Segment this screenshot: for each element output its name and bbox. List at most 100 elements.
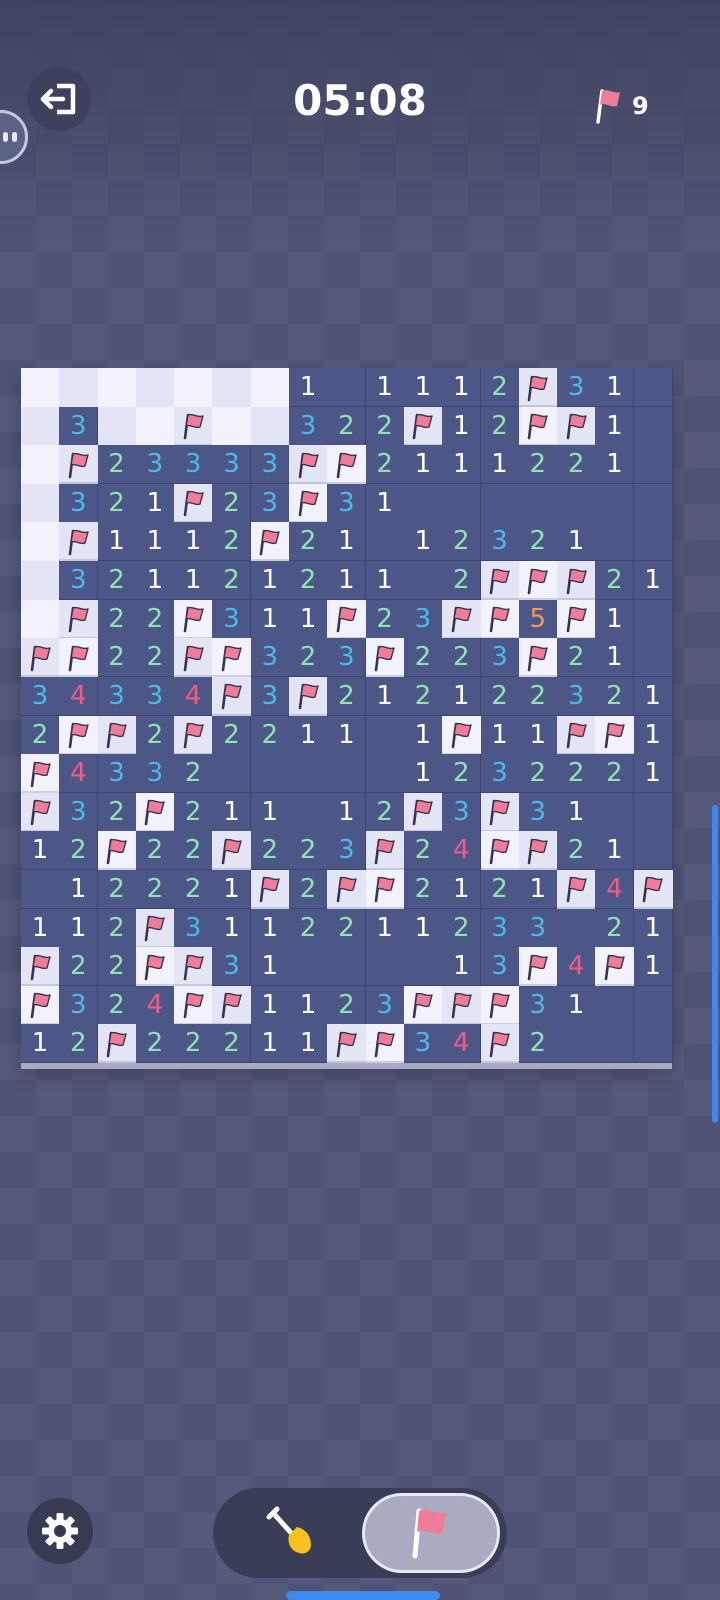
mode-toggle[interactable]	[213, 1488, 507, 1578]
cell-number[interactable]: 3	[174, 445, 214, 485]
cell-number[interactable]: 2	[518, 445, 558, 485]
cell-flagged[interactable]	[174, 483, 214, 523]
cell-covered[interactable]	[21, 368, 60, 407]
cell-flagged[interactable]	[289, 483, 329, 523]
cell-number[interactable]: 3	[557, 368, 597, 407]
cell-flagged[interactable]	[442, 599, 482, 639]
cell-number[interactable]: 2	[174, 831, 214, 871]
cell-flagged[interactable]	[59, 599, 99, 639]
cell-number[interactable]: 1	[442, 947, 482, 987]
cell-number[interactable]: 1	[633, 947, 673, 987]
cell-flagged[interactable]	[59, 445, 99, 485]
cell-flagged[interactable]	[518, 406, 558, 446]
cell-number[interactable]: 2	[518, 754, 558, 794]
cell-number[interactable]: 1	[442, 406, 482, 446]
cell-number[interactable]: 1	[250, 947, 290, 987]
cell-number[interactable]: 3	[403, 1024, 443, 1064]
cell-number[interactable]: 2	[135, 638, 175, 678]
cell-number[interactable]: 2	[289, 561, 329, 601]
cell-number[interactable]: 2	[59, 947, 99, 987]
cell-empty[interactable]	[595, 792, 635, 832]
cell-number[interactable]: 2	[97, 947, 137, 987]
cell-empty[interactable]	[327, 368, 367, 407]
cell-flagged[interactable]	[289, 445, 329, 485]
cell-number[interactable]: 1	[21, 908, 60, 948]
cell-empty[interactable]	[633, 406, 673, 446]
cell-number[interactable]: 1	[212, 869, 252, 909]
cell-number[interactable]: 2	[518, 522, 558, 562]
cell-number[interactable]: 1	[327, 522, 367, 562]
cell-number[interactable]: 4	[557, 947, 597, 987]
cell-number[interactable]: 3	[518, 792, 558, 832]
cell-number[interactable]: 4	[442, 1024, 482, 1064]
cell-number[interactable]: 1	[289, 715, 329, 755]
cell-flagged[interactable]	[135, 908, 175, 948]
cell-flagged[interactable]	[327, 599, 367, 639]
cell-number[interactable]: 3	[480, 638, 520, 678]
cell-number[interactable]: 2	[174, 792, 214, 832]
cell-flagged[interactable]	[21, 985, 60, 1025]
cell-covered[interactable]	[21, 406, 60, 446]
cell-number[interactable]: 3	[480, 522, 520, 562]
cell-number[interactable]: 4	[442, 831, 482, 871]
dig-mode-button[interactable]	[225, 1493, 357, 1573]
cell-number[interactable]: 1	[59, 908, 99, 948]
cell-empty[interactable]	[289, 947, 329, 987]
cell-flagged[interactable]	[59, 638, 99, 678]
cell-covered[interactable]	[97, 406, 137, 446]
cell-flagged[interactable]	[518, 638, 558, 678]
cell-flagged[interactable]	[174, 599, 214, 639]
cell-empty[interactable]	[365, 947, 405, 987]
cell-number[interactable]: 1	[442, 676, 482, 716]
cell-empty[interactable]	[518, 483, 558, 523]
cell-empty[interactable]	[633, 638, 673, 678]
cell-number[interactable]: 2	[557, 831, 597, 871]
cell-empty[interactable]	[442, 483, 482, 523]
cell-number[interactable]: 2	[595, 908, 635, 948]
cell-flagged[interactable]	[557, 561, 597, 601]
cell-flagged[interactable]	[518, 368, 558, 407]
cell-number[interactable]: 1	[365, 561, 405, 601]
cell-empty[interactable]	[557, 1024, 597, 1064]
cell-number[interactable]: 3	[480, 754, 520, 794]
cell-number[interactable]: 1	[365, 483, 405, 523]
flag-mode-button[interactable]	[362, 1493, 500, 1573]
cell-number[interactable]: 2	[59, 1024, 99, 1064]
cell-number[interactable]: 2	[97, 792, 137, 832]
cell-number[interactable]: 3	[250, 445, 290, 485]
cell-number[interactable]: 2	[557, 638, 597, 678]
cell-number[interactable]: 2	[403, 869, 443, 909]
cell-number[interactable]: 2	[442, 638, 482, 678]
cell-empty[interactable]	[403, 947, 443, 987]
cell-number[interactable]: 4	[174, 676, 214, 716]
home-indicator[interactable]	[286, 1591, 440, 1600]
cell-number[interactable]: 2	[97, 445, 137, 485]
cell-flagged[interactable]	[174, 947, 214, 987]
cell-covered[interactable]	[212, 368, 252, 407]
cell-number[interactable]: 3	[212, 947, 252, 987]
cell-flagged[interactable]	[480, 561, 520, 601]
cell-number[interactable]: 3	[327, 638, 367, 678]
cell-number[interactable]: 1	[59, 869, 99, 909]
cell-number[interactable]: 3	[557, 676, 597, 716]
cell-empty[interactable]	[633, 599, 673, 639]
cell-number[interactable]: 1	[21, 831, 60, 871]
cell-number[interactable]: 1	[403, 908, 443, 948]
cell-empty[interactable]	[595, 522, 635, 562]
cell-flagged[interactable]	[135, 947, 175, 987]
cell-number[interactable]: 3	[174, 908, 214, 948]
cell-number[interactable]: 5	[518, 599, 558, 639]
cell-empty[interactable]	[365, 754, 405, 794]
cell-empty[interactable]	[403, 561, 443, 601]
cell-flagged[interactable]	[174, 985, 214, 1025]
cell-flagged[interactable]	[480, 831, 520, 871]
cell-empty[interactable]	[595, 985, 635, 1025]
cell-number[interactable]: 1	[250, 599, 290, 639]
cell-number[interactable]: 2	[595, 676, 635, 716]
cell-number[interactable]: 2	[97, 869, 137, 909]
cell-number[interactable]: 1	[289, 599, 329, 639]
cell-empty[interactable]	[557, 908, 597, 948]
cell-number[interactable]: 2	[327, 406, 367, 446]
cell-number[interactable]: 2	[135, 715, 175, 755]
cell-number[interactable]: 2	[21, 715, 60, 755]
